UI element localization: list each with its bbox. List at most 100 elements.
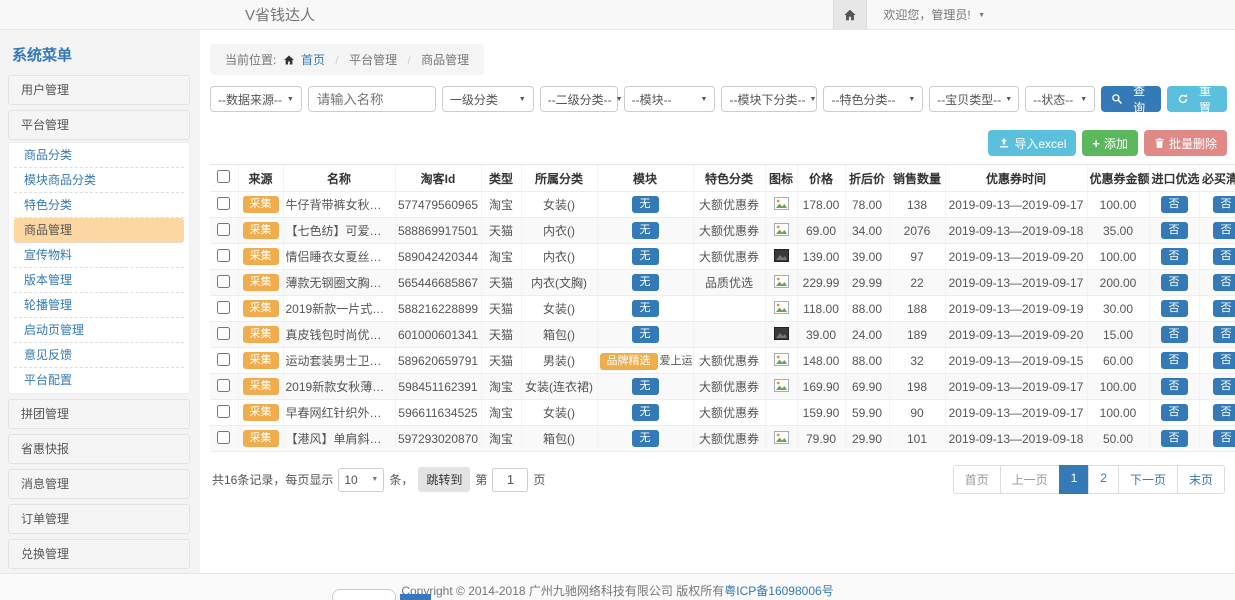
import-select-toggle[interactable]: 否 [1161,196,1188,213]
import-select-toggle[interactable]: 否 [1161,222,1188,239]
page-size-select[interactable]: 10 ▼ [338,468,384,492]
cell-category: 男装() [521,348,597,374]
row-checkbox[interactable] [217,353,230,366]
sidebar-group-exchange-mgmt[interactable]: 兑换管理 [8,539,190,569]
import-select-toggle[interactable]: 否 [1161,326,1188,343]
status-select[interactable]: --状态--▼ [1025,86,1095,112]
import-select-toggle[interactable]: 否 [1161,404,1188,421]
row-checkbox[interactable] [217,327,230,340]
cell-feature: 大额优惠券 [693,348,765,374]
sidebar-item-feedback[interactable]: 意见反馈 [14,343,184,368]
must-buy-toggle[interactable]: 否 [1213,222,1235,239]
cell-sales: 189 [889,322,945,348]
cell-icon [765,348,797,374]
module-select[interactable]: --模块--▼ [624,86,716,112]
sidebar-group-province-news[interactable]: 省惠快报 [8,434,190,464]
sidebar-group-message-mgmt[interactable]: 消息管理 [8,469,190,499]
import-excel-button[interactable]: 导入excel [988,130,1076,156]
home-button[interactable] [833,0,867,30]
pager-item-首页[interactable]: 首页 [953,465,1001,494]
pager-item-上一页[interactable]: 上一页 [1000,465,1060,494]
must-buy-toggle[interactable]: 否 [1213,326,1235,343]
feature-category-select[interactable]: --特色分类--▼ [823,86,923,112]
sidebar-item-goods-category[interactable]: 商品分类 [14,143,184,168]
sidebar-item-version-mgmt[interactable]: 版本管理 [14,268,184,293]
caret-down-icon: ▼ [809,96,816,103]
sidebar-item-feature-category[interactable]: 特色分类 [14,193,184,218]
search-button[interactable]: 查询 [1101,86,1161,112]
pager-item-下一页[interactable]: 下一页 [1118,465,1178,494]
row-checkbox[interactable] [217,223,230,236]
batch-delete-button[interactable]: 批量删除 [1144,130,1227,156]
must-buy-toggle[interactable]: 否 [1213,248,1235,265]
cell-taoke-id: 596611634525 [395,400,481,426]
cell-coupon-amount: 30.00 [1087,296,1149,322]
select-all-checkbox[interactable] [217,170,230,183]
pager-item-2[interactable]: 2 [1088,465,1119,494]
level2-category-select[interactable]: --二级分类--▼ [540,86,618,112]
must-buy-toggle[interactable]: 否 [1213,378,1235,395]
add-button[interactable]: + 添加 [1082,130,1138,156]
cell-taoke-id: 577479560965 [395,192,481,218]
data-source-select[interactable]: --数据来源--▼ [210,86,302,112]
row-checkbox[interactable] [217,197,230,210]
item-type-select[interactable]: --宝贝类型--▼ [929,86,1019,112]
import-select-toggle[interactable]: 否 [1161,248,1188,265]
sidebar-item-platform-config[interactable]: 平台配置 [14,368,184,393]
jump-page-input[interactable] [492,468,528,492]
cell-select [210,400,238,426]
import-select-toggle[interactable]: 否 [1161,378,1188,395]
cell-coupon-amount: 100.00 [1087,192,1149,218]
row-checkbox[interactable] [217,431,230,444]
table-row: 采集真皮钱包时尚优雅女士...601000601341天猫箱包()无39.002… [210,322,1235,348]
cell-name: 2019新款一片式系... [283,296,395,322]
row-checkbox[interactable] [217,405,230,418]
user-menu[interactable]: 欢迎您，管理员! ▼ [883,6,985,23]
must-buy-toggle[interactable]: 否 [1213,404,1235,421]
row-checkbox[interactable] [217,249,230,262]
import-select-toggle[interactable]: 否 [1161,300,1188,317]
name-input[interactable] [308,86,436,112]
import-select-toggle[interactable]: 否 [1161,430,1188,447]
module-sub-select[interactable]: --模块下分类--▼ [721,86,817,112]
must-buy-toggle[interactable]: 否 [1213,196,1235,213]
sidebar-item-splash-page-mgmt[interactable]: 启动页管理 [14,318,184,343]
cell-import-select: 否 [1149,400,1199,426]
cell-category: 内衣() [521,244,597,270]
icp-link[interactable]: 粤ICP备16098006号 [724,584,833,598]
sidebar-group-user-mgmt[interactable]: 用户管理 [8,75,190,105]
cell-select [210,426,238,452]
app-title: V省钱达人 [245,4,315,25]
level1-category-select[interactable]: 一级分类▼ [442,86,534,112]
row-checkbox[interactable] [217,379,230,392]
reset-button[interactable]: 重置 [1167,86,1227,112]
row-checkbox[interactable] [217,301,230,314]
breadcrumb-home-link[interactable]: 首页 [301,53,325,67]
cell-price: 148.00 [797,348,845,374]
must-buy-toggle[interactable]: 否 [1213,352,1235,369]
product-thumbnail-icon [774,379,789,392]
must-buy-toggle[interactable]: 否 [1213,300,1235,317]
must-buy-toggle[interactable]: 否 [1213,430,1235,447]
sidebar-group-group-buy-mgmt[interactable]: 拼团管理 [8,399,190,429]
cell-import-select: 否 [1149,270,1199,296]
import-select-toggle[interactable]: 否 [1161,274,1188,291]
import-select-toggle[interactable]: 否 [1161,352,1188,369]
pager-item-1[interactable]: 1 [1059,465,1090,494]
jump-button[interactable]: 跳转到 [418,467,470,492]
must-buy-toggle[interactable]: 否 [1213,274,1235,291]
sidebar-item-promo-material[interactable]: 宣传物料 [14,243,184,268]
pager-item-末页[interactable]: 末页 [1177,465,1225,494]
sidebar-item-module-goods-category[interactable]: 模块商品分类 [14,168,184,193]
sidebar-item-carousel-mgmt[interactable]: 轮播管理 [14,293,184,318]
caret-down-icon: ▼ [616,96,623,103]
module-none-badge: 无 [632,274,659,291]
row-checkbox[interactable] [217,275,230,288]
select-label: --数据来源-- [218,91,282,108]
sidebar-group-platform-mgmt[interactable]: 平台管理 [8,110,190,140]
cell-price: 159.90 [797,400,845,426]
sidebar-item-goods-mgmt[interactable]: 商品管理 [14,218,184,243]
filter-bar: --数据来源--▼一级分类▼--二级分类--▼--模块--▼--模块下分类--▼… [210,86,1227,112]
col-coupon-time: 优惠券时间 [945,165,1087,192]
sidebar-group-order-mgmt[interactable]: 订单管理 [8,504,190,534]
